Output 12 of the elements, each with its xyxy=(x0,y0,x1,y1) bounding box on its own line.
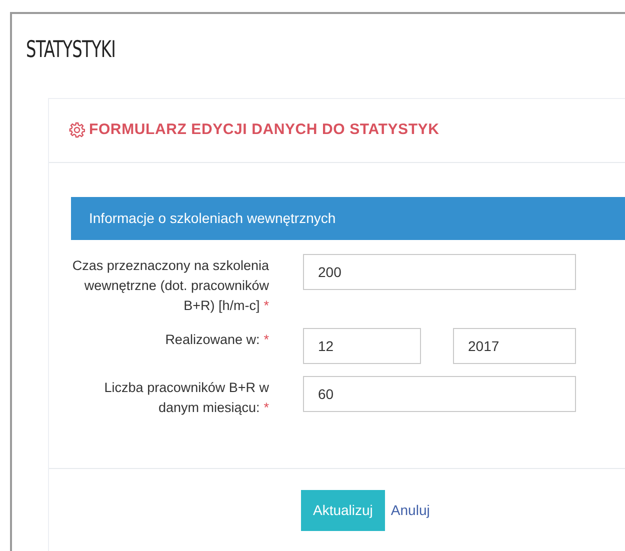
field-label: Liczba pracowników B+R w danym miesiącu: * xyxy=(103,378,269,417)
input-field[interactable]: 2017 xyxy=(453,328,576,364)
field-label: Czas przeznaczony na szkolenia wewnętrzne (dot. pracowników B+R) [h/m-c] * xyxy=(71,256,269,315)
field-label: Realizowane w: * xyxy=(164,330,269,348)
input-field[interactable]: 12 xyxy=(303,328,421,364)
form-title: FORMULARZ EDYCJI DANYCH DO STATYSTYK xyxy=(89,120,440,140)
page-title: STATYSTYKI xyxy=(26,36,116,64)
cancel-link[interactable]: Anuluj xyxy=(390,500,430,520)
settings-icon xyxy=(69,122,85,138)
input-field[interactable]: 200 xyxy=(303,254,576,290)
section-header: Informacje o szkoleniach wewnętrznych xyxy=(71,196,625,240)
input-field[interactable]: 60 xyxy=(303,376,576,412)
